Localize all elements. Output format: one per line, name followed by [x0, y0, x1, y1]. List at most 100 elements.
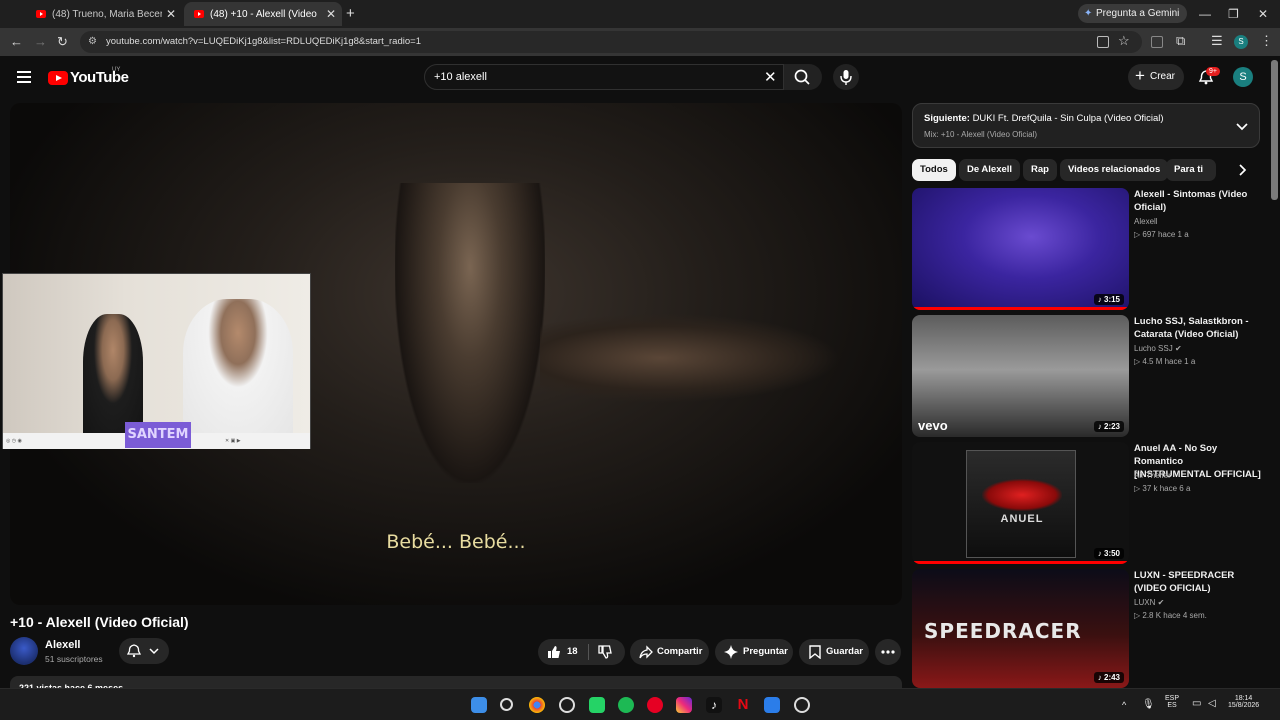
pinterest-app-icon[interactable] [647, 697, 663, 713]
video-thumbnail[interactable]: ANUEL ♪ 3:50 [912, 442, 1129, 564]
video-title-link[interactable]: Alexell - Sintomas (Video Oficial) [1134, 188, 1262, 214]
bell-chevron-icon [126, 644, 159, 658]
save-button[interactable]: Guardar [799, 639, 869, 665]
channel-name[interactable]: Alexell [45, 639, 80, 651]
up-next-panel[interactable]: Siguiente: DUKI Ft. DrefQuila - Sin Culp… [912, 103, 1260, 148]
country-code: UY [112, 67, 121, 73]
chatgpt-app-icon[interactable] [559, 697, 575, 713]
recommended-video-card[interactable]: ANUEL ♪ 3:50 Anuel AA - No Soy Romantico… [912, 442, 1262, 564]
search-button[interactable] [784, 64, 822, 90]
video-thumbnail[interactable]: vevo ♪ 2:23 [912, 315, 1129, 437]
dislike-icon[interactable] [598, 645, 612, 659]
clock[interactable]: 18:14 15/8/2026 [1228, 695, 1259, 709]
browser-tab-2[interactable]: (48) +10 - Alexell (Video Oficial) ✕ [184, 2, 342, 26]
new-tab-icon[interactable]: + [346, 5, 355, 22]
tab-close-icon[interactable]: ✕ [166, 7, 176, 21]
video-duration: ♪ 3:50 [1093, 548, 1124, 559]
video-thumbnail[interactable]: ♪ 3:15 [912, 188, 1129, 310]
windows-start-icon[interactable] [471, 697, 487, 713]
webcam-person-right [183, 299, 293, 434]
video-title-link[interactable]: Lucho SSJ, Salastkbron - Catarata (Video… [1134, 315, 1262, 341]
tab-label: (48) +10 - Alexell (Video Oficial) [210, 8, 320, 20]
video-thumbnail[interactable]: SPEEDRACER ♪ 2:43 [912, 569, 1129, 688]
extension-badge-icon[interactable] [1151, 36, 1163, 48]
voice-search-button[interactable] [833, 64, 859, 90]
chrome-app-icon[interactable] [529, 697, 545, 713]
chip-para-ti[interactable]: Para ti [1166, 159, 1216, 181]
windows-taskbar: ♪ N ^ 🎙 ESP ES ▭ ◁ 18:14 15/8/2026 [0, 688, 1280, 720]
youtube-play-icon [48, 70, 68, 85]
extensions-icon[interactable]: ⧉ [1176, 33, 1185, 49]
store-app-icon[interactable] [764, 697, 780, 713]
recommended-video-card[interactable]: vevo ♪ 2:23 Lucho SSJ, Salastkbron - Cat… [912, 315, 1262, 437]
like-icon[interactable] [547, 645, 561, 659]
channel-avatar[interactable] [10, 637, 38, 665]
chip-de-alexell[interactable]: De Alexell [959, 159, 1021, 181]
clear-search-icon[interactable]: ✕ [764, 68, 777, 86]
tiktok-app-icon[interactable]: ♪ [706, 697, 722, 713]
video-meta: ▷ 37 k hace 6 a [1134, 484, 1191, 493]
watch-progress-bar [912, 307, 1129, 310]
tray-chevron-icon[interactable]: ^ [1122, 700, 1126, 710]
up-next-video: DUKI Ft. DrefQuila - Sin Culpa (Video Of… [972, 113, 1164, 124]
network-icon[interactable]: ▭ [1192, 698, 1201, 709]
tray-mic-icon[interactable]: 🎙 [1142, 699, 1155, 710]
browser-menu-icon[interactable]: ⋮ [1260, 33, 1273, 49]
youtube-logo[interactable]: YouTube UY [48, 67, 129, 86]
watch-progress-bar [912, 561, 1129, 564]
page-scrollbar[interactable] [1271, 60, 1278, 200]
video-channel[interactable]: LUXN ✔ [1134, 598, 1164, 607]
hamburger-menu-icon[interactable] [17, 71, 31, 86]
media-controls-icon[interactable]: ☰ [1211, 33, 1223, 49]
netflix-app-icon[interactable]: N [735, 697, 751, 713]
create-button[interactable]: Crear [1128, 63, 1184, 90]
gemini-button[interactable]: Pregunta a Gemini [1078, 4, 1188, 23]
share-button[interactable]: Compartir [630, 639, 709, 665]
ask-label: Preguntar [743, 646, 788, 657]
subscription-bell-button[interactable] [119, 638, 169, 664]
minimize-icon[interactable]: — [1199, 7, 1211, 21]
browser-tab-1[interactable]: (48) Trueno, Maria Becerra - 90s ✕ [26, 2, 182, 26]
tab-close-icon[interactable]: ✕ [326, 7, 336, 21]
ask-button[interactable]: Preguntar [715, 639, 793, 665]
more-actions-button[interactable] [875, 639, 901, 665]
volume-icon[interactable]: ◁ [1208, 698, 1216, 709]
notification-count-badge: 9+ [1206, 67, 1220, 76]
settings-app-icon[interactable] [794, 697, 810, 713]
chip-todos[interactable]: Todos [912, 159, 956, 181]
window-close-icon[interactable]: ✕ [1258, 7, 1268, 21]
instagram-app-icon[interactable] [676, 697, 692, 713]
language-indicator[interactable]: ESP ES [1165, 695, 1179, 709]
reload-icon[interactable]: ↻ [57, 34, 68, 50]
video-channel[interactable]: Alexell [1134, 217, 1158, 226]
like-count[interactable]: 18 [567, 639, 578, 665]
recommended-video-card[interactable]: SPEEDRACER ♪ 2:43 LUXN - SPEEDRACER (VID… [912, 569, 1262, 688]
video-channel[interactable]: Lucho SSJ ✔ [1134, 344, 1182, 353]
forward-icon[interactable]: → [34, 34, 47, 49]
url-field[interactable]: youtube.com/watch?v=LUQEDiKj1g8&list=RDL… [80, 31, 1142, 53]
restore-icon[interactable]: ❐ [1228, 7, 1239, 21]
account-avatar[interactable]: S [1233, 67, 1253, 87]
video-duration: ♪ 2:43 [1093, 672, 1124, 683]
up-next-prefix: Siguiente: [924, 113, 970, 124]
browser-profile-avatar[interactable]: S [1234, 35, 1248, 49]
channel-label: LUXN [1134, 598, 1156, 607]
youtube-favicon-icon [36, 10, 46, 18]
like-divider [588, 644, 589, 660]
chip-rap[interactable]: Rap [1023, 159, 1057, 181]
video-channel[interactable]: Air Theifer [1134, 471, 1171, 480]
back-icon[interactable]: ← [10, 34, 23, 49]
video-title-link[interactable]: LUXN - SPEEDRACER (VIDEO OFICIAL) [1134, 569, 1262, 595]
search-input[interactable]: +10 alexell [424, 64, 784, 90]
taskbar-search-icon[interactable] [500, 698, 513, 711]
recommended-video-card[interactable]: ♪ 3:15 Alexell - Sintomas (Video Oficial… [912, 188, 1262, 310]
save-label: Guardar [826, 646, 863, 657]
spotify-app-icon[interactable] [618, 697, 634, 713]
bookmark-star-icon[interactable]: ☆ [1118, 33, 1130, 49]
chevron-right-icon[interactable] [1236, 163, 1250, 177]
cast-icon[interactable] [1097, 36, 1109, 48]
chip-videos-relacionados[interactable]: Videos relacionados [1060, 159, 1169, 181]
whatsapp-app-icon[interactable] [589, 697, 605, 713]
video-duration: ♪ 2:23 [1093, 421, 1124, 432]
chevron-down-icon[interactable] [1235, 120, 1249, 134]
